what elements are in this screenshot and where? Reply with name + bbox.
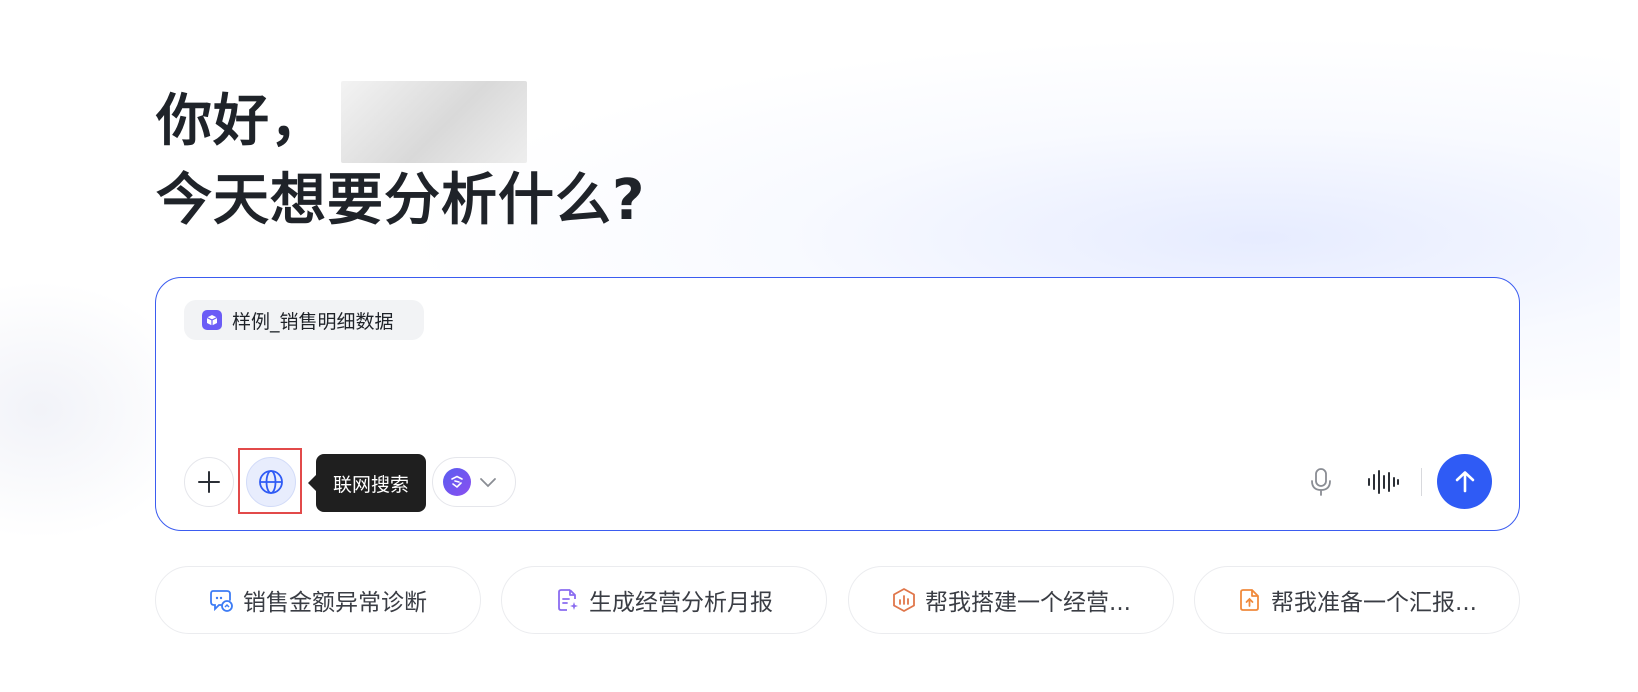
chat-input-box[interactable]: 样例_销售明细数据 联网搜索 <box>155 277 1520 531</box>
web-search-tooltip: 联网搜索 <box>308 454 426 512</box>
chevron-down-icon <box>480 478 496 488</box>
add-button[interactable] <box>184 457 234 507</box>
suggestion-build-dashboard[interactable]: 帮我搭建一个经营... <box>848 566 1174 634</box>
dataset-chip-label: 样例_销售明细数据 <box>232 310 394 333</box>
blurred-username <box>341 81 527 163</box>
document-sparkle-icon <box>555 587 581 613</box>
suggestion-label: 帮我准备一个汇报... <box>1271 590 1477 616</box>
dataset-icon <box>202 310 222 330</box>
page: 你好， 今天想要分析什么? 样例_销售明细数据 联网搜索 销售金额异常诊断 生成… <box>0 0 1638 692</box>
suggestion-sales-anomaly[interactable]: 销售金额异常诊断 <box>155 566 481 634</box>
model-selector[interactable] <box>432 457 516 507</box>
file-upload-icon <box>1237 587 1263 613</box>
suggestion-monthly-report[interactable]: 生成经营分析月报 <box>501 566 827 634</box>
suggestion-label: 帮我搭建一个经营... <box>925 590 1131 616</box>
suggestion-list: 销售金额异常诊断 生成经营分析月报 帮我搭建一个经营... 帮我准备一个汇报..… <box>155 566 1520 634</box>
suggestion-label: 销售金额异常诊断 <box>243 590 427 616</box>
dataset-chip[interactable]: 样例_销售明细数据 <box>184 300 424 340</box>
voice-wave-icon <box>1368 470 1399 494</box>
suggestion-label: 生成经营分析月报 <box>589 590 773 616</box>
greeting-question: 今天想要分析什么? <box>156 168 646 233</box>
arrow-up-icon <box>1455 470 1474 492</box>
greeting: 你好， 今天想要分析什么? <box>156 81 646 244</box>
plus-icon <box>198 471 220 493</box>
voice-input-button[interactable] <box>1366 465 1400 499</box>
cube-chart-icon <box>891 587 917 613</box>
greeting-line1: 你好， <box>156 81 645 163</box>
toolbar-divider <box>1421 468 1422 496</box>
microphone-button[interactable] <box>1306 467 1336 497</box>
chat-chart-icon <box>209 587 235 613</box>
greeting-hello: 你好， <box>156 89 327 154</box>
suggestion-prepare-report[interactable]: 帮我准备一个汇报... <box>1194 566 1520 634</box>
send-button[interactable] <box>1437 454 1492 509</box>
model-logo-icon <box>443 468 471 496</box>
microphone-icon <box>1311 468 1331 496</box>
web-search-highlight <box>238 448 302 514</box>
